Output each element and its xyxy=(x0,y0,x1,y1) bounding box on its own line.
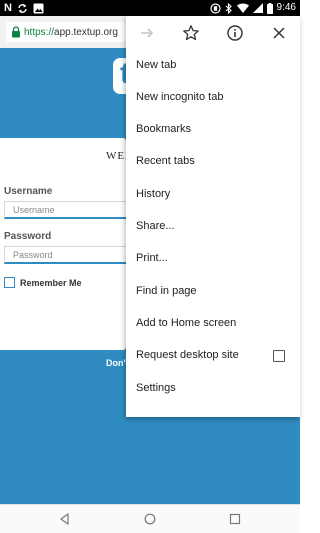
menu-item-print[interactable]: Print... xyxy=(126,243,300,275)
menu-item-label: Settings xyxy=(136,382,176,394)
remember-me-label: Remember Me xyxy=(20,278,82,288)
username-label: Username xyxy=(4,186,53,197)
recents-icon[interactable] xyxy=(228,512,242,526)
info-icon[interactable] xyxy=(226,24,244,42)
menu-item-settings[interactable]: Settings xyxy=(126,373,300,405)
notification-icons: N xyxy=(4,2,44,14)
menu-item-new-tab[interactable]: New tab xyxy=(126,50,300,82)
url-text: https://app.textup.org xyxy=(24,27,118,38)
system-icons: 9:46 xyxy=(209,2,296,14)
sync-notification-icon xyxy=(18,3,27,13)
image-notification-icon xyxy=(33,3,44,13)
menu-action-row xyxy=(126,16,300,50)
close-icon[interactable] xyxy=(270,24,288,42)
battery-icon xyxy=(266,2,273,14)
menu-item-share[interactable]: Share... xyxy=(126,211,300,243)
url-host: app.textup.org xyxy=(54,26,118,38)
menu-item-history[interactable]: History xyxy=(126,179,300,211)
request-desktop-site-checkbox[interactable] xyxy=(273,350,285,362)
remember-me-checkbox[interactable] xyxy=(4,277,15,288)
menu-item-label: Share... xyxy=(136,220,175,232)
navigation-bar xyxy=(0,504,300,533)
clock: 9:46 xyxy=(276,2,296,13)
login-card: WEL Username Username Password Password … xyxy=(0,138,132,350)
password-field[interactable]: Password xyxy=(4,246,126,264)
menu-item-label: Print... xyxy=(136,252,168,264)
vibrate-icon xyxy=(209,2,221,14)
menu-item-label: Request desktop site xyxy=(136,349,239,361)
username-field[interactable]: Username xyxy=(4,201,126,219)
menu-item-label: Find in page xyxy=(136,285,197,297)
browser-overflow-menu: New tab New incognito tab Bookmarks Rece… xyxy=(126,16,300,417)
menu-item-label: Add to Home screen xyxy=(136,317,237,329)
menu-item-label: Recent tabs xyxy=(136,155,195,167)
menu-item-request-desktop-site[interactable]: Request desktop site xyxy=(126,340,300,372)
menu-item-recent-tabs[interactable]: Recent tabs xyxy=(126,146,300,178)
menu-item-bookmarks[interactable]: Bookmarks xyxy=(126,114,300,146)
netflix-notification-icon: N xyxy=(4,2,12,14)
url-scheme: https:// xyxy=(24,26,55,38)
menu-item-label: New incognito tab xyxy=(136,91,224,103)
menu-item-label: Bookmarks xyxy=(136,123,192,135)
password-label: Password xyxy=(4,231,52,242)
username-placeholder: Username xyxy=(13,205,55,215)
menu-item-add-to-home-screen[interactable]: Add to Home screen xyxy=(126,308,300,340)
lock-icon xyxy=(12,26,20,38)
url-bar[interactable]: https://app.textup.org xyxy=(6,22,126,42)
menu-item-new-incognito-tab[interactable]: New incognito tab xyxy=(126,82,300,114)
menu-item-find-in-page[interactable]: Find in page xyxy=(126,276,300,308)
password-placeholder: Password xyxy=(13,250,53,260)
wifi-icon xyxy=(236,3,249,13)
forward-arrow-icon[interactable] xyxy=(138,24,156,42)
back-icon[interactable] xyxy=(58,512,72,526)
signal-icon xyxy=(252,3,263,13)
menu-item-label: New tab xyxy=(136,59,177,71)
home-icon[interactable] xyxy=(143,512,157,526)
bluetooth-icon xyxy=(225,2,232,14)
menu-item-label: History xyxy=(136,188,171,200)
status-bar: N 9:46 xyxy=(0,0,300,16)
star-icon[interactable] xyxy=(182,24,200,42)
